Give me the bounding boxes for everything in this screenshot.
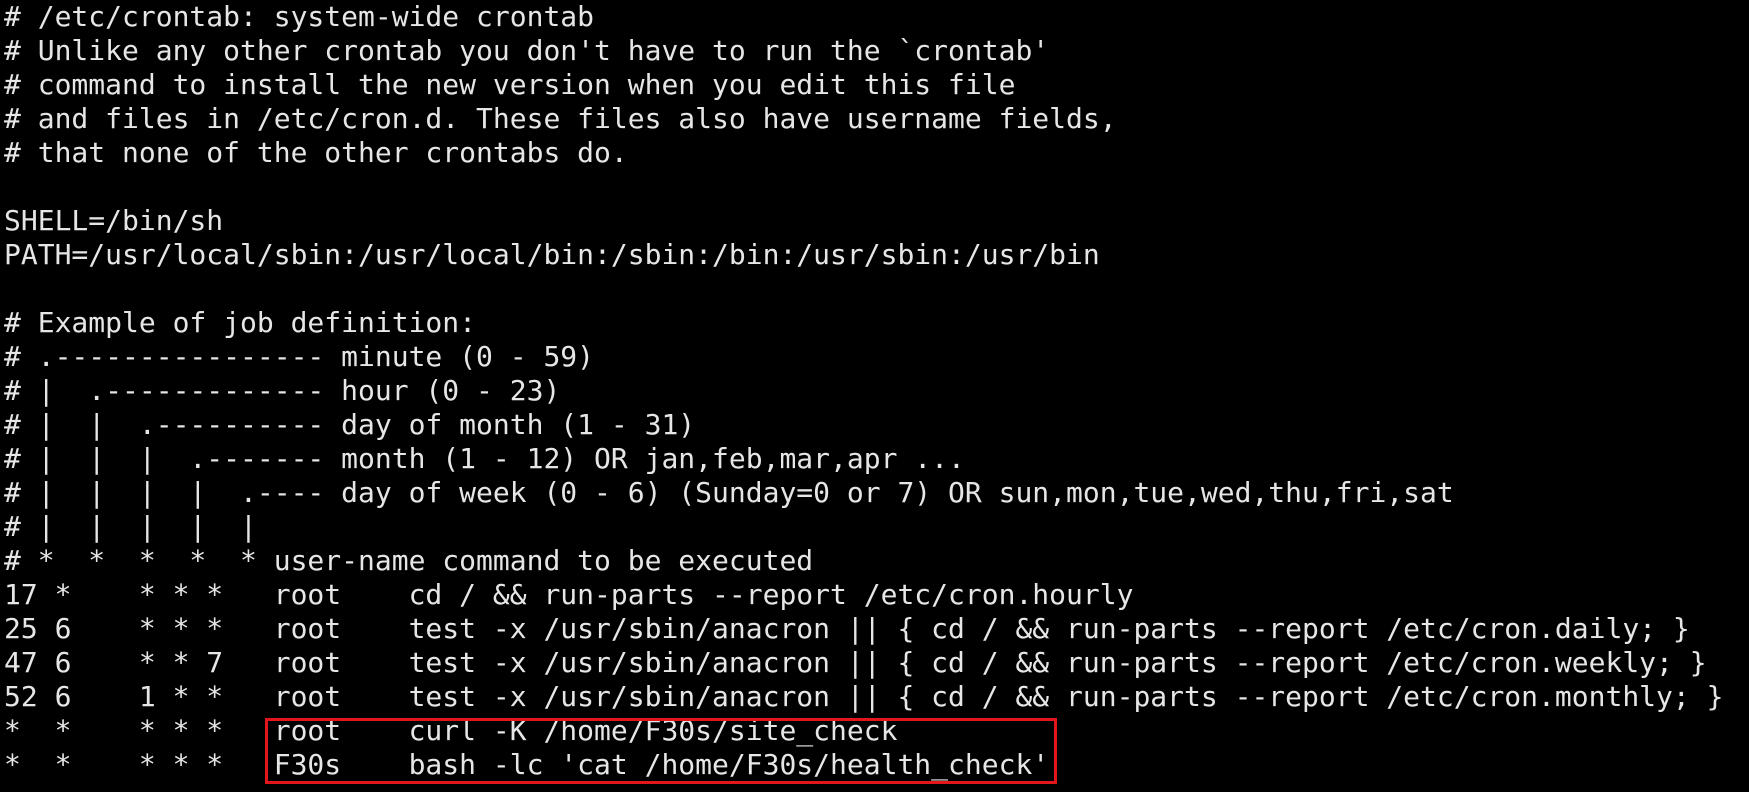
terminal-line: # | | | .------- month (1 - 12) OR jan,f… xyxy=(4,442,965,475)
terminal-line: 52 6 1 * * root test -x /usr/sbin/anacro… xyxy=(4,680,1724,713)
terminal-line: * * * * * root curl -K /home/F30s/site_c… xyxy=(4,714,898,747)
terminal-line: # command to install the new version whe… xyxy=(4,68,1016,101)
terminal-line: # that none of the other crontabs do. xyxy=(4,136,628,169)
terminal-window[interactable]: # /etc/crontab: system-wide crontab # Un… xyxy=(0,0,1749,792)
terminal-line: # /etc/crontab: system-wide crontab xyxy=(4,0,595,33)
terminal-line: # Example of job definition: xyxy=(4,306,477,339)
terminal-line: SHELL=/bin/sh xyxy=(4,204,224,237)
terminal-line: # | | .---------- day of month (1 - 31) xyxy=(4,408,696,441)
terminal-line: * * * * * F30s bash -lc 'cat /home/F30s/… xyxy=(4,748,1050,781)
terminal-line: # * * * * * user-name command to be exec… xyxy=(4,544,814,577)
terminal-line: # and files in /etc/cron.d. These files … xyxy=(4,102,1117,135)
terminal-line: # | .------------- hour (0 - 23) xyxy=(4,374,561,407)
terminal-line: PATH=/usr/local/sbin:/usr/local/bin:/sbi… xyxy=(4,238,1100,271)
terminal-line: 17 * * * * root cd / && run-parts --repo… xyxy=(4,578,1134,611)
terminal-line: 25 6 * * * root test -x /usr/sbin/anacro… xyxy=(4,612,1690,645)
terminal-line: # Unlike any other crontab you don't hav… xyxy=(4,34,1050,67)
terminal-line: # | | | | | xyxy=(4,510,257,543)
terminal-line: # | | | | .---- day of week (0 - 6) (Sun… xyxy=(4,476,1454,509)
terminal-line: # .---------------- minute (0 - 59) xyxy=(4,340,595,373)
terminal-line: 47 6 * * 7 root test -x /usr/sbin/anacro… xyxy=(4,646,1707,679)
